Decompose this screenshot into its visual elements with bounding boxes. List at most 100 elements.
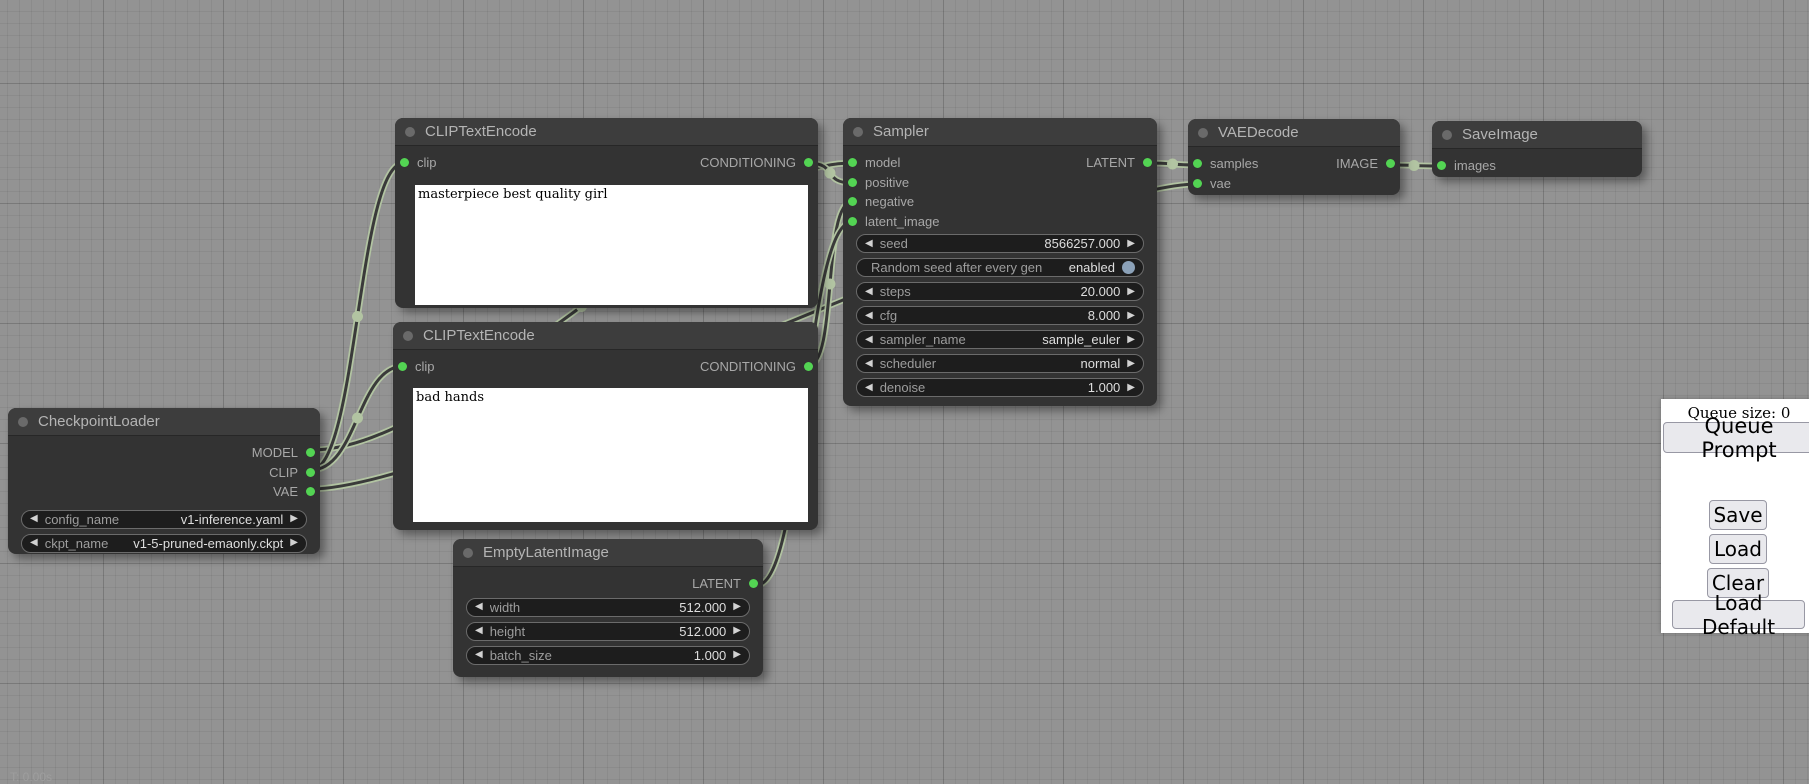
node-header[interactable]: CLIPTextEncode	[395, 118, 818, 146]
output-dot-icon[interactable]	[804, 158, 813, 167]
link-midpoint-dot[interactable]	[352, 413, 363, 424]
output-dot-icon[interactable]	[306, 487, 315, 496]
widget-sampler-name[interactable]: ◀ sampler_name sample_euler ▶	[856, 330, 1144, 349]
widget-height[interactable]: ◀ height 512.000 ▶	[466, 622, 750, 641]
widget-ckpt-name[interactable]: ◀ ckpt_name v1-5-pruned-emaonly.ckpt ▶	[21, 534, 307, 553]
input-slot-clip[interactable]: clip	[400, 155, 437, 170]
arrow-left-icon[interactable]: ◀	[30, 538, 38, 548]
arrow-right-icon[interactable]: ▶	[733, 650, 741, 660]
widget-denoise[interactable]: ◀ denoise 1.000 ▶	[856, 378, 1144, 397]
node-checkpointloader[interactable]: CheckpointLoader MODEL CLIP VAE ◀ config…	[8, 408, 320, 554]
arrow-left-icon[interactable]: ◀	[30, 514, 38, 524]
widget-config-name[interactable]: ◀ config_name v1-inference.yaml ▶	[21, 510, 307, 529]
output-slot-model[interactable]: MODEL	[252, 445, 315, 460]
widget-width[interactable]: ◀ width 512.000 ▶	[466, 598, 750, 617]
input-slot-negative[interactable]: negative	[848, 194, 914, 209]
output-dot-icon[interactable]	[1143, 158, 1152, 167]
input-slot-images[interactable]: images	[1437, 158, 1496, 173]
widget-steps[interactable]: ◀ steps 20.000 ▶	[856, 282, 1144, 301]
link-midpoint-dot[interactable]	[1409, 160, 1420, 171]
arrow-right-icon[interactable]: ▶	[1127, 311, 1135, 321]
node-vaedecode[interactable]: VAEDecode samples IMAGE vae	[1188, 119, 1400, 195]
arrow-left-icon[interactable]: ◀	[475, 626, 483, 636]
input-slot-positive[interactable]: positive	[848, 175, 909, 190]
arrow-left-icon[interactable]: ◀	[865, 359, 873, 369]
arrow-right-icon[interactable]: ▶	[1127, 383, 1135, 393]
node-cliptextencode-positive[interactable]: CLIPTextEncode clip CONDITIONING masterp…	[395, 118, 818, 308]
node-header[interactable]: CLIPTextEncode	[393, 322, 818, 350]
input-slot-samples[interactable]: samples	[1193, 156, 1258, 171]
load-button[interactable]: Load	[1709, 534, 1767, 564]
node-cliptextencode-negative[interactable]: CLIPTextEncode clip CONDITIONING bad han…	[393, 322, 818, 530]
output-slot-clip[interactable]: CLIP	[269, 465, 315, 480]
node-saveimage[interactable]: SaveImage images	[1432, 121, 1642, 177]
collapse-dot-icon[interactable]	[463, 548, 473, 558]
input-dot-icon[interactable]	[1437, 161, 1446, 170]
arrow-left-icon[interactable]: ◀	[475, 650, 483, 660]
arrow-left-icon[interactable]: ◀	[865, 335, 873, 345]
output-slot-vae[interactable]: VAE	[273, 484, 315, 499]
link-midpoint-dot[interactable]	[352, 311, 363, 322]
arrow-right-icon[interactable]: ▶	[733, 626, 741, 636]
widget-random-seed-toggle[interactable]: Random seed after every gen enabled	[856, 258, 1144, 277]
output-dot-icon[interactable]	[804, 362, 813, 371]
input-dot-icon[interactable]	[400, 158, 409, 167]
output-dot-icon[interactable]	[1386, 159, 1395, 168]
node-header[interactable]: VAEDecode	[1188, 119, 1400, 147]
node-header[interactable]: Sampler	[843, 118, 1157, 146]
widget-cfg[interactable]: ◀ cfg 8.000 ▶	[856, 306, 1144, 325]
positive-prompt-textarea[interactable]: masterpiece best quality girl	[415, 185, 808, 305]
arrow-left-icon[interactable]: ◀	[865, 287, 873, 297]
output-slot-latent[interactable]: LATENT	[1086, 155, 1152, 170]
collapse-dot-icon[interactable]	[403, 331, 413, 341]
input-slot-latent-image[interactable]: latent_image	[848, 214, 939, 229]
arrow-right-icon[interactable]: ▶	[1127, 359, 1135, 369]
collapse-dot-icon[interactable]	[853, 127, 863, 137]
arrow-right-icon[interactable]: ▶	[290, 514, 298, 524]
input-dot-icon[interactable]	[1193, 179, 1202, 188]
output-slot-conditioning[interactable]: CONDITIONING	[700, 359, 813, 374]
node-header[interactable]: CheckpointLoader	[8, 408, 320, 436]
node-header[interactable]: SaveImage	[1432, 121, 1642, 149]
input-dot-icon[interactable]	[848, 158, 857, 167]
output-slot-conditioning[interactable]: CONDITIONING	[700, 155, 813, 170]
link-midpoint-dot[interactable]	[1167, 159, 1178, 170]
arrow-left-icon[interactable]: ◀	[865, 311, 873, 321]
input-dot-icon[interactable]	[848, 178, 857, 187]
load-default-button[interactable]: Load Default	[1672, 600, 1805, 629]
input-dot-icon[interactable]	[848, 197, 857, 206]
widget-scheduler[interactable]: ◀ scheduler normal ▶	[856, 354, 1144, 373]
link-midpoint-dot[interactable]	[825, 168, 836, 179]
arrow-right-icon[interactable]: ▶	[290, 538, 298, 548]
arrow-right-icon[interactable]: ▶	[733, 602, 741, 612]
collapse-dot-icon[interactable]	[18, 417, 28, 427]
arrow-right-icon[interactable]: ▶	[1127, 239, 1135, 249]
output-dot-icon[interactable]	[306, 448, 315, 457]
toggle-knob-icon[interactable]	[1122, 261, 1135, 274]
widget-seed[interactable]: ◀ seed 8566257.000 ▶	[856, 234, 1144, 253]
node-sampler[interactable]: Sampler model LATENT positive negative l…	[843, 118, 1157, 406]
output-dot-icon[interactable]	[306, 468, 315, 477]
input-dot-icon[interactable]	[848, 217, 857, 226]
node-emptylatentimage[interactable]: EmptyLatentImage LATENT ◀ width 512.000 …	[453, 539, 763, 677]
collapse-dot-icon[interactable]	[1198, 128, 1208, 138]
arrow-left-icon[interactable]: ◀	[475, 602, 483, 612]
widget-batch-size[interactable]: ◀ batch_size 1.000 ▶	[466, 646, 750, 665]
graph-canvas[interactable]: { "canvas": { "render_time": "T: 0.00s" …	[0, 0, 1809, 782]
input-dot-icon[interactable]	[398, 362, 407, 371]
node-header[interactable]: EmptyLatentImage	[453, 539, 763, 567]
input-slot-vae[interactable]: vae	[1193, 176, 1231, 191]
negative-prompt-textarea[interactable]: bad hands	[413, 388, 808, 522]
output-slot-latent[interactable]: LATENT	[692, 576, 758, 591]
input-dot-icon[interactable]	[1193, 159, 1202, 168]
input-slot-clip[interactable]: clip	[398, 359, 435, 374]
output-slot-image[interactable]: IMAGE	[1336, 156, 1395, 171]
arrow-left-icon[interactable]: ◀	[865, 239, 873, 249]
arrow-left-icon[interactable]: ◀	[865, 383, 873, 393]
input-slot-model[interactable]: model	[848, 155, 900, 170]
output-dot-icon[interactable]	[749, 579, 758, 588]
arrow-right-icon[interactable]: ▶	[1127, 287, 1135, 297]
collapse-dot-icon[interactable]	[1442, 130, 1452, 140]
save-button[interactable]: Save	[1709, 500, 1767, 530]
arrow-right-icon[interactable]: ▶	[1127, 335, 1135, 345]
